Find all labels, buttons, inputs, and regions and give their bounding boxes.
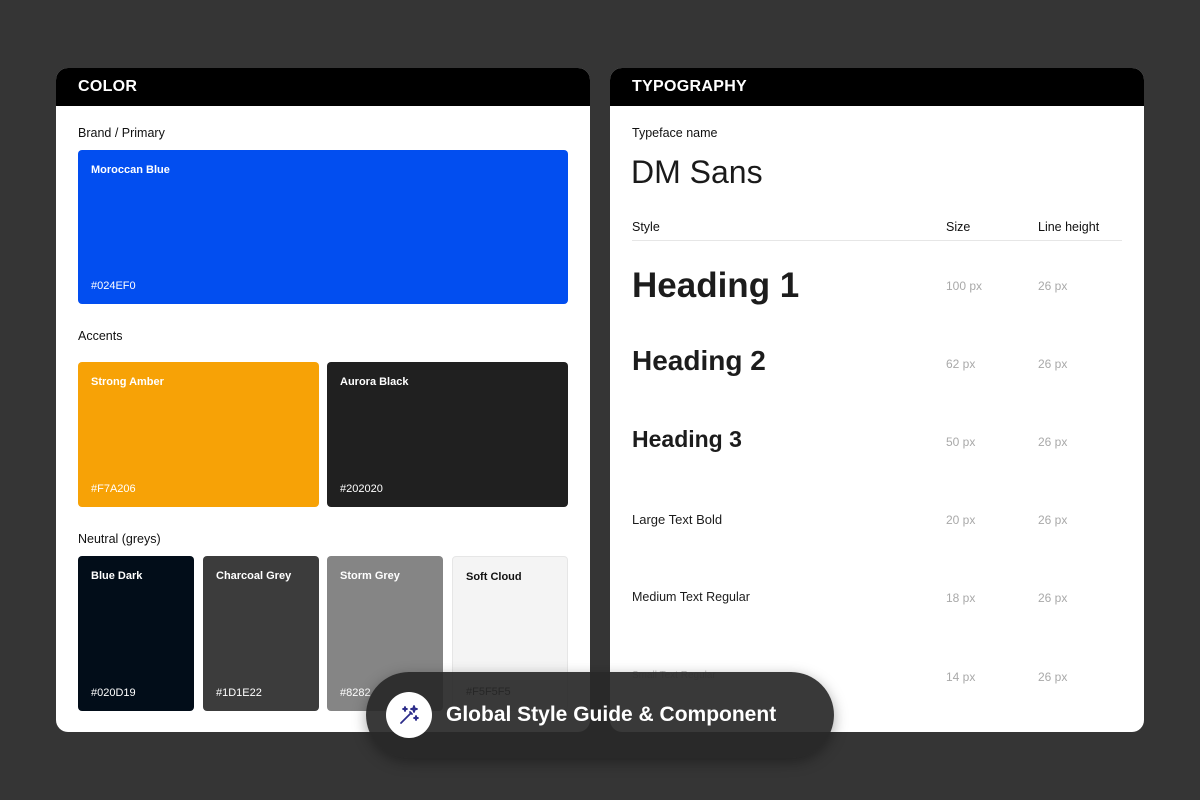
swatch-hex: #024EF0 bbox=[91, 280, 136, 292]
type-style-name: Large Text Bold bbox=[632, 512, 723, 527]
type-line-height: 26 px bbox=[1038, 591, 1068, 605]
swatch-blue-dark[interactable]: Blue Dark #020D19 bbox=[78, 556, 194, 711]
type-line-height: 26 px bbox=[1038, 670, 1068, 684]
typography-panel: TYPOGRAPHY Typeface name DM Sans Style S… bbox=[610, 68, 1144, 732]
type-size: 100 px bbox=[946, 279, 983, 293]
banner-title: Global Style Guide & Component bbox=[446, 703, 777, 726]
swatch-name: Soft Cloud bbox=[466, 571, 522, 583]
type-line-height: 26 px bbox=[1038, 513, 1068, 527]
type-size: 50 px bbox=[946, 435, 976, 449]
type-row-large-text-bold: Large Text Bold 20 px 26 px bbox=[610, 512, 1144, 532]
type-line-height: 26 px bbox=[1038, 357, 1068, 371]
color-panel: COLOR Brand / Primary Moroccan Blue #024… bbox=[56, 68, 590, 732]
type-size: 20 px bbox=[946, 513, 976, 527]
brand-section-label: Brand / Primary bbox=[78, 126, 165, 140]
type-line-height: 26 px bbox=[1038, 435, 1068, 449]
accents-section-label: Accents bbox=[78, 329, 123, 343]
magic-wand-icon bbox=[386, 692, 432, 738]
type-size: 18 px bbox=[946, 591, 976, 605]
type-line-height: 26 px bbox=[1038, 279, 1068, 293]
swatch-hex: #F7A206 bbox=[91, 483, 136, 495]
swatch-name: Moroccan Blue bbox=[91, 164, 170, 176]
swatch-hex: #020D19 bbox=[91, 687, 136, 699]
swatch-hex: #1D1E22 bbox=[216, 687, 262, 699]
type-size: 14 px bbox=[946, 670, 976, 684]
column-header-size: Size bbox=[946, 220, 971, 234]
swatch-hex: #8282 bbox=[340, 687, 371, 699]
type-style-name: Heading 2 bbox=[632, 345, 766, 376]
style-guide-banner: Global Style Guide & Component bbox=[366, 672, 834, 758]
column-header-line-height: Line height bbox=[1038, 220, 1100, 234]
type-row-heading-3: Heading 3 50 px 26 px bbox=[610, 426, 1144, 458]
swatch-strong-amber[interactable]: Strong Amber #F7A206 bbox=[78, 362, 319, 507]
header-divider bbox=[632, 240, 1122, 241]
swatch-name: Strong Amber bbox=[91, 376, 164, 388]
swatch-aurora-black[interactable]: Aurora Black #202020 bbox=[327, 362, 568, 507]
typeface-label: Typeface name bbox=[632, 126, 718, 140]
color-panel-title: COLOR bbox=[56, 68, 590, 106]
swatch-name: Storm Grey bbox=[340, 570, 400, 582]
type-row-heading-1: Heading 1 100 px 26 px bbox=[610, 264, 1144, 308]
type-row-medium-text-regular: Medium Text Regular 18 px 26 px bbox=[610, 590, 1144, 610]
swatch-moroccan-blue[interactable]: Moroccan Blue #024EF0 bbox=[78, 150, 568, 304]
column-header-style: Style bbox=[632, 220, 660, 234]
swatch-name: Charcoal Grey bbox=[216, 570, 292, 582]
swatch-charcoal-grey[interactable]: Charcoal Grey #1D1E22 bbox=[203, 556, 319, 711]
typography-panel-title: TYPOGRAPHY bbox=[610, 68, 1144, 106]
swatch-name: Aurora Black bbox=[340, 376, 409, 388]
type-style-name: Medium Text Regular bbox=[632, 590, 750, 604]
typeface-name: DM Sans bbox=[631, 154, 763, 190]
type-style-name: Heading 1 bbox=[632, 266, 800, 305]
type-row-heading-2: Heading 2 62 px 26 px bbox=[610, 345, 1144, 381]
type-size: 62 px bbox=[946, 357, 976, 371]
swatch-name: Blue Dark bbox=[91, 570, 143, 582]
neutral-section-label: Neutral (greys) bbox=[78, 532, 161, 546]
swatch-hex: #202020 bbox=[340, 483, 383, 495]
type-style-name: Heading 3 bbox=[632, 426, 742, 452]
